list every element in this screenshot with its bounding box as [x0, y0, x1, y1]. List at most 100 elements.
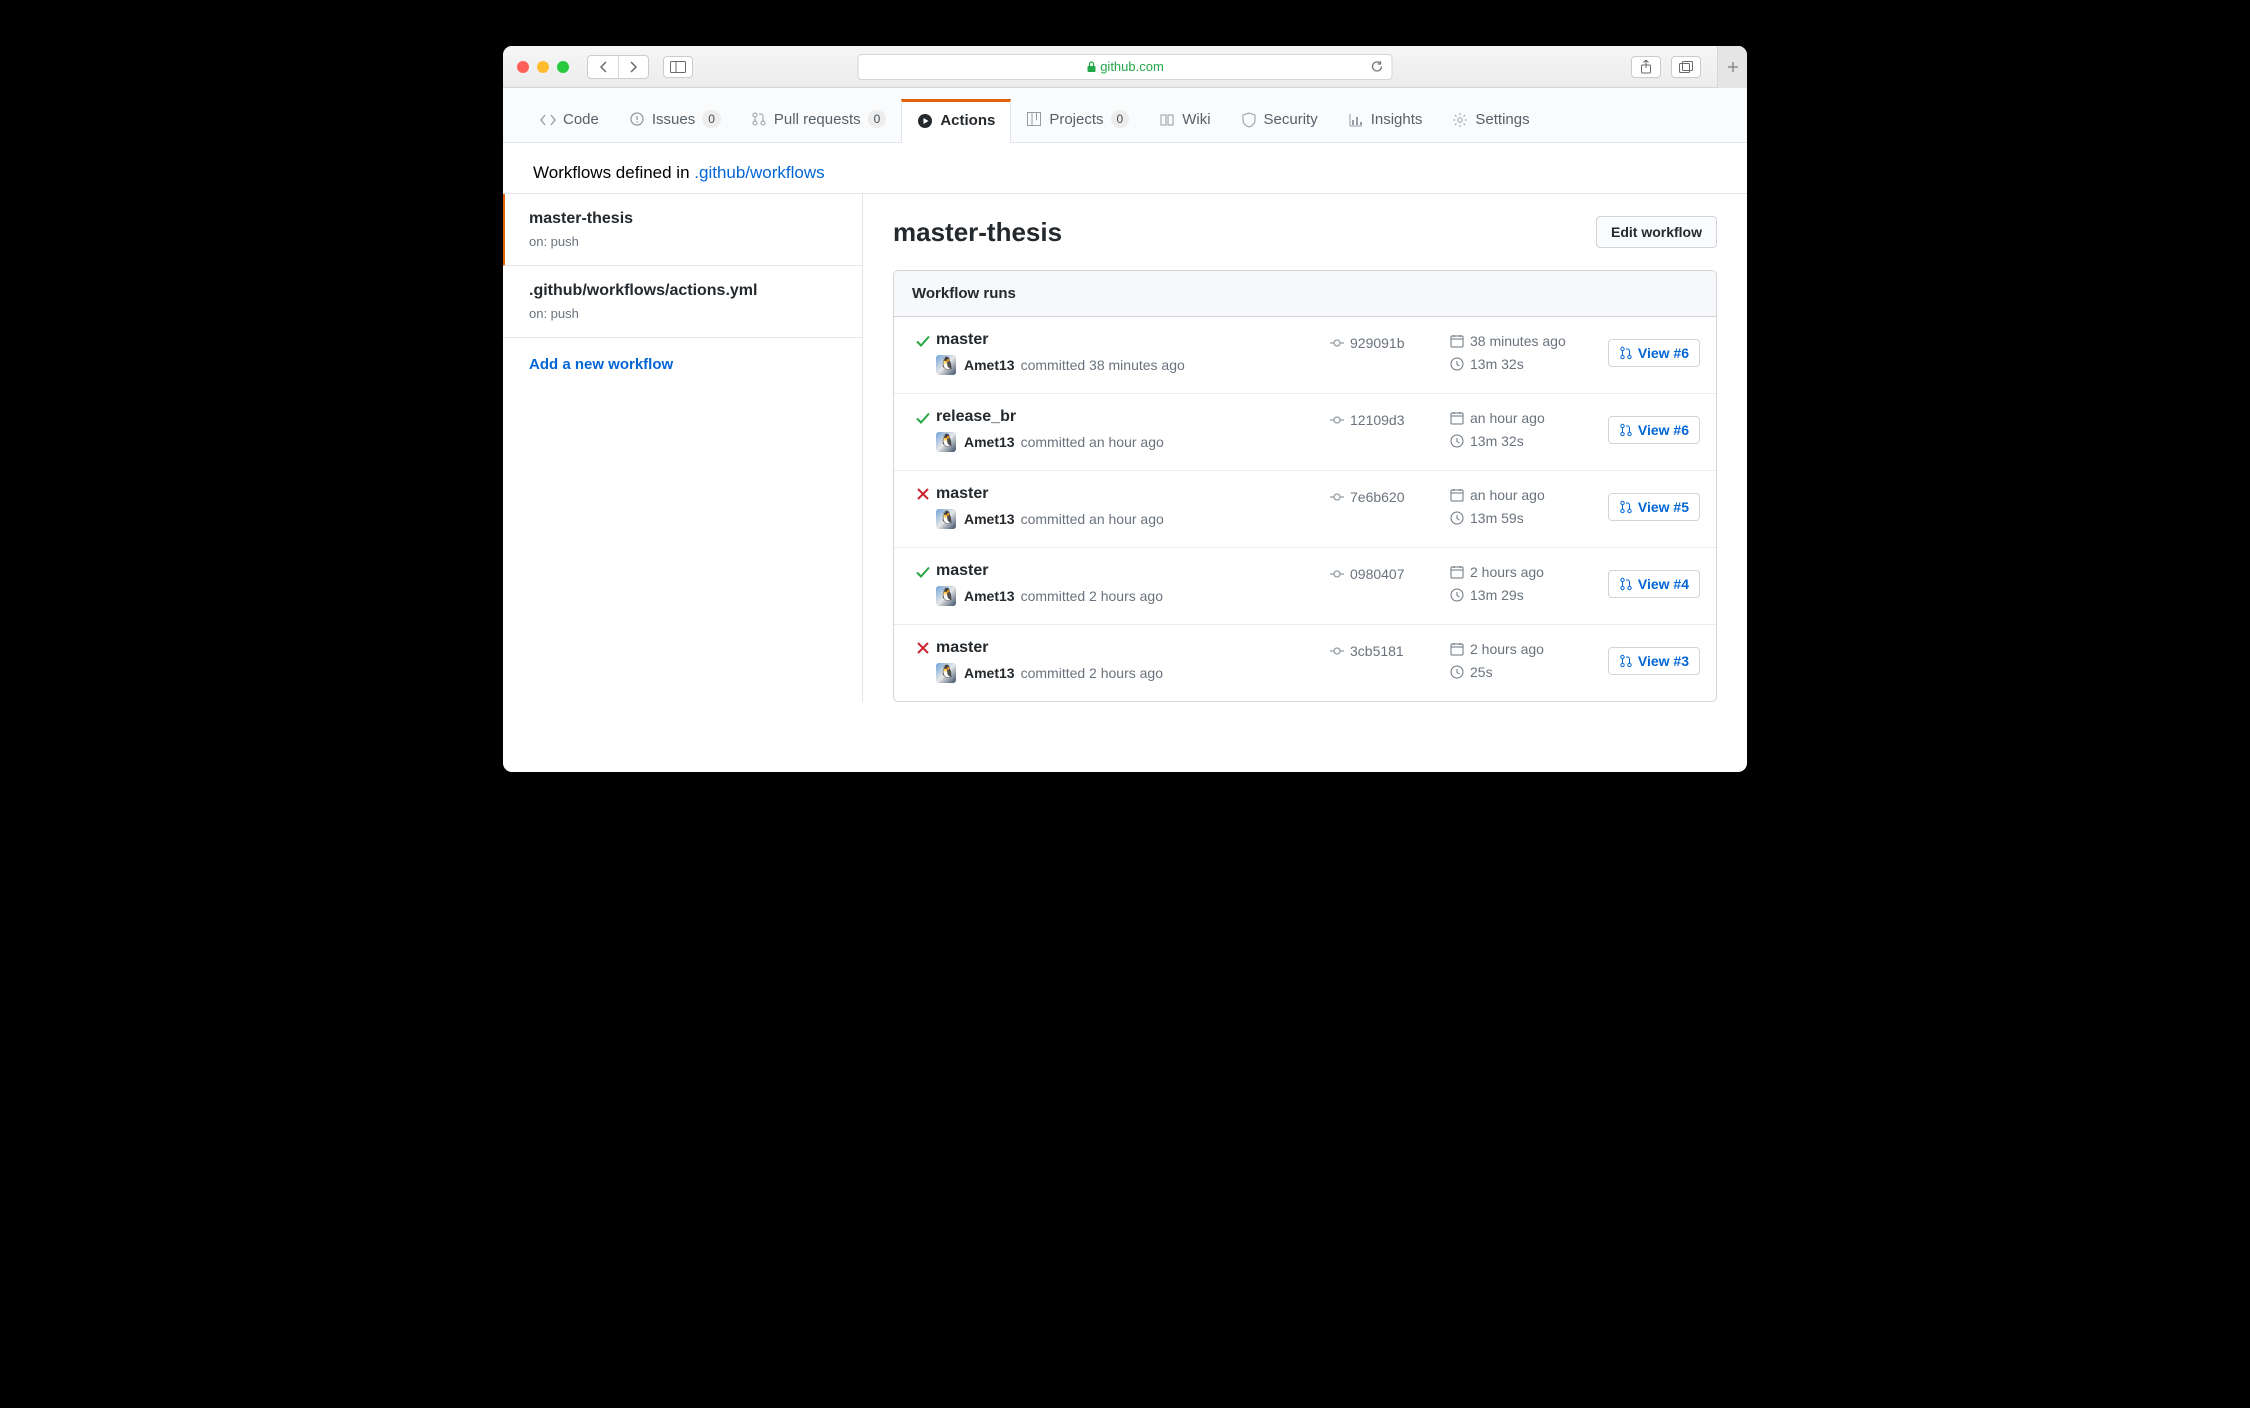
commit-time: committed 2 hours ago: [1021, 588, 1163, 604]
avatar[interactable]: [936, 663, 956, 683]
actor-name[interactable]: Amet13: [964, 588, 1015, 604]
run-info: master Amet13 committed 2 hours ago: [936, 562, 1330, 606]
view-run-button[interactable]: View #4: [1608, 570, 1700, 598]
run-sha[interactable]: 7e6b620: [1330, 485, 1450, 505]
avatar[interactable]: [936, 509, 956, 529]
commit-icon: [1330, 413, 1344, 427]
lock-icon: [1086, 61, 1096, 73]
tab-projects-label: Projects: [1049, 111, 1103, 128]
tab-pulls-label: Pull requests: [774, 111, 861, 128]
run-sha[interactable]: 12109d3: [1330, 408, 1450, 428]
avatar[interactable]: [936, 432, 956, 452]
run-sha[interactable]: 0980407: [1330, 562, 1450, 582]
run-duration: 13m 32s: [1450, 356, 1590, 372]
view-run-button[interactable]: View #6: [1608, 416, 1700, 444]
tab-issues[interactable]: Issues 0: [614, 97, 736, 142]
run-row: master Amet13 committed 2 hours ago 0980…: [894, 548, 1716, 625]
sidebar-icon: [670, 61, 686, 73]
issue-icon: [629, 111, 645, 127]
run-started: 2 hours ago: [1450, 564, 1590, 580]
content: master-thesis on: push .github/workflows…: [503, 193, 1747, 702]
run-committer: Amet13 committed 2 hours ago: [936, 586, 1330, 606]
url-bar[interactable]: github.com: [858, 54, 1393, 80]
subheader: Workflows defined in .github/workflows: [503, 143, 1747, 193]
tab-code-label: Code: [563, 111, 599, 128]
new-tab-button[interactable]: [1717, 46, 1747, 88]
clock-icon: [1450, 665, 1464, 679]
calendar-icon: [1450, 411, 1464, 425]
run-branch[interactable]: master: [936, 562, 1330, 580]
tab-actions-label: Actions: [940, 112, 995, 129]
tab-insights[interactable]: Insights: [1333, 98, 1438, 142]
avatar[interactable]: [936, 586, 956, 606]
workflows-link[interactable]: .github/workflows: [694, 163, 824, 182]
check-icon: [915, 564, 931, 580]
tab-security-label: Security: [1264, 111, 1318, 128]
run-branch[interactable]: master: [936, 639, 1330, 657]
run-committer: Amet13 committed an hour ago: [936, 432, 1330, 452]
run-info: master Amet13 committed 2 hours ago: [936, 639, 1330, 683]
back-forward-group: [587, 55, 649, 79]
safari-window: github.com Code Issues 0: [503, 46, 1747, 772]
close-window-button[interactable]: [517, 61, 529, 73]
commit-time: committed an hour ago: [1021, 434, 1164, 450]
tabs-icon: [1679, 61, 1693, 73]
tab-actions[interactable]: Actions: [901, 99, 1011, 143]
reload-button[interactable]: [1371, 60, 1384, 73]
minimize-window-button[interactable]: [537, 61, 549, 73]
actor-name[interactable]: Amet13: [964, 357, 1015, 373]
commit-time: committed 2 hours ago: [1021, 665, 1163, 681]
run-status: [910, 408, 936, 426]
tabs-button[interactable]: [1671, 56, 1701, 78]
workflow-trigger: on: push: [529, 306, 838, 321]
reload-icon: [1371, 60, 1384, 73]
calendar-icon: [1450, 565, 1464, 579]
book-icon: [1159, 112, 1175, 128]
forward-button[interactable]: [618, 56, 648, 78]
edit-workflow-button[interactable]: Edit workflow: [1596, 216, 1717, 248]
avatar[interactable]: [936, 355, 956, 375]
view-run-button[interactable]: View #6: [1608, 339, 1700, 367]
tab-projects[interactable]: Projects 0: [1011, 97, 1144, 142]
chevron-left-icon: [599, 61, 608, 73]
titlebar: github.com: [503, 46, 1747, 88]
back-button[interactable]: [588, 56, 618, 78]
run-sha[interactable]: 929091b: [1330, 331, 1450, 351]
pull-request-icon: [1619, 577, 1633, 591]
view-run-button[interactable]: View #5: [1608, 493, 1700, 521]
issues-count: 0: [702, 110, 721, 128]
run-meta: an hour ago 13m 59s: [1450, 485, 1590, 533]
actor-name[interactable]: Amet13: [964, 434, 1015, 450]
tab-pulls[interactable]: Pull requests 0: [736, 97, 901, 142]
share-button[interactable]: [1631, 56, 1661, 78]
graph-icon: [1348, 112, 1364, 128]
tab-code[interactable]: Code: [525, 98, 614, 142]
run-branch[interactable]: master: [936, 485, 1330, 503]
zoom-window-button[interactable]: [557, 61, 569, 73]
calendar-icon: [1450, 334, 1464, 348]
run-started: an hour ago: [1450, 487, 1590, 503]
run-branch[interactable]: master: [936, 331, 1330, 349]
commit-time: committed 38 minutes ago: [1021, 357, 1185, 373]
tab-settings[interactable]: Settings: [1437, 98, 1544, 142]
run-committer: Amet13 committed 38 minutes ago: [936, 355, 1330, 375]
tab-wiki[interactable]: Wiki: [1144, 98, 1225, 142]
tab-settings-label: Settings: [1475, 111, 1529, 128]
tab-security[interactable]: Security: [1226, 98, 1333, 142]
commit-icon: [1330, 490, 1344, 504]
gear-icon: [1452, 112, 1468, 128]
actor-name[interactable]: Amet13: [964, 511, 1015, 527]
run-sha[interactable]: 3cb5181: [1330, 639, 1450, 659]
run-committer: Amet13 committed 2 hours ago: [936, 663, 1330, 683]
run-row: master Amet13 committed 2 hours ago 3cb5…: [894, 625, 1716, 701]
view-run-button[interactable]: View #3: [1608, 647, 1700, 675]
sidebar-item-workflow-1[interactable]: .github/workflows/actions.yml on: push: [503, 266, 862, 338]
commit-icon: [1330, 336, 1344, 350]
sidebar-toggle-button[interactable]: [663, 56, 693, 78]
check-icon: [915, 410, 931, 426]
actor-name[interactable]: Amet13: [964, 665, 1015, 681]
add-workflow-link[interactable]: Add a new workflow: [503, 338, 862, 391]
sidebar-item-workflow-0[interactable]: master-thesis on: push: [503, 194, 862, 266]
run-committer: Amet13 committed an hour ago: [936, 509, 1330, 529]
run-branch[interactable]: release_br: [936, 408, 1330, 426]
